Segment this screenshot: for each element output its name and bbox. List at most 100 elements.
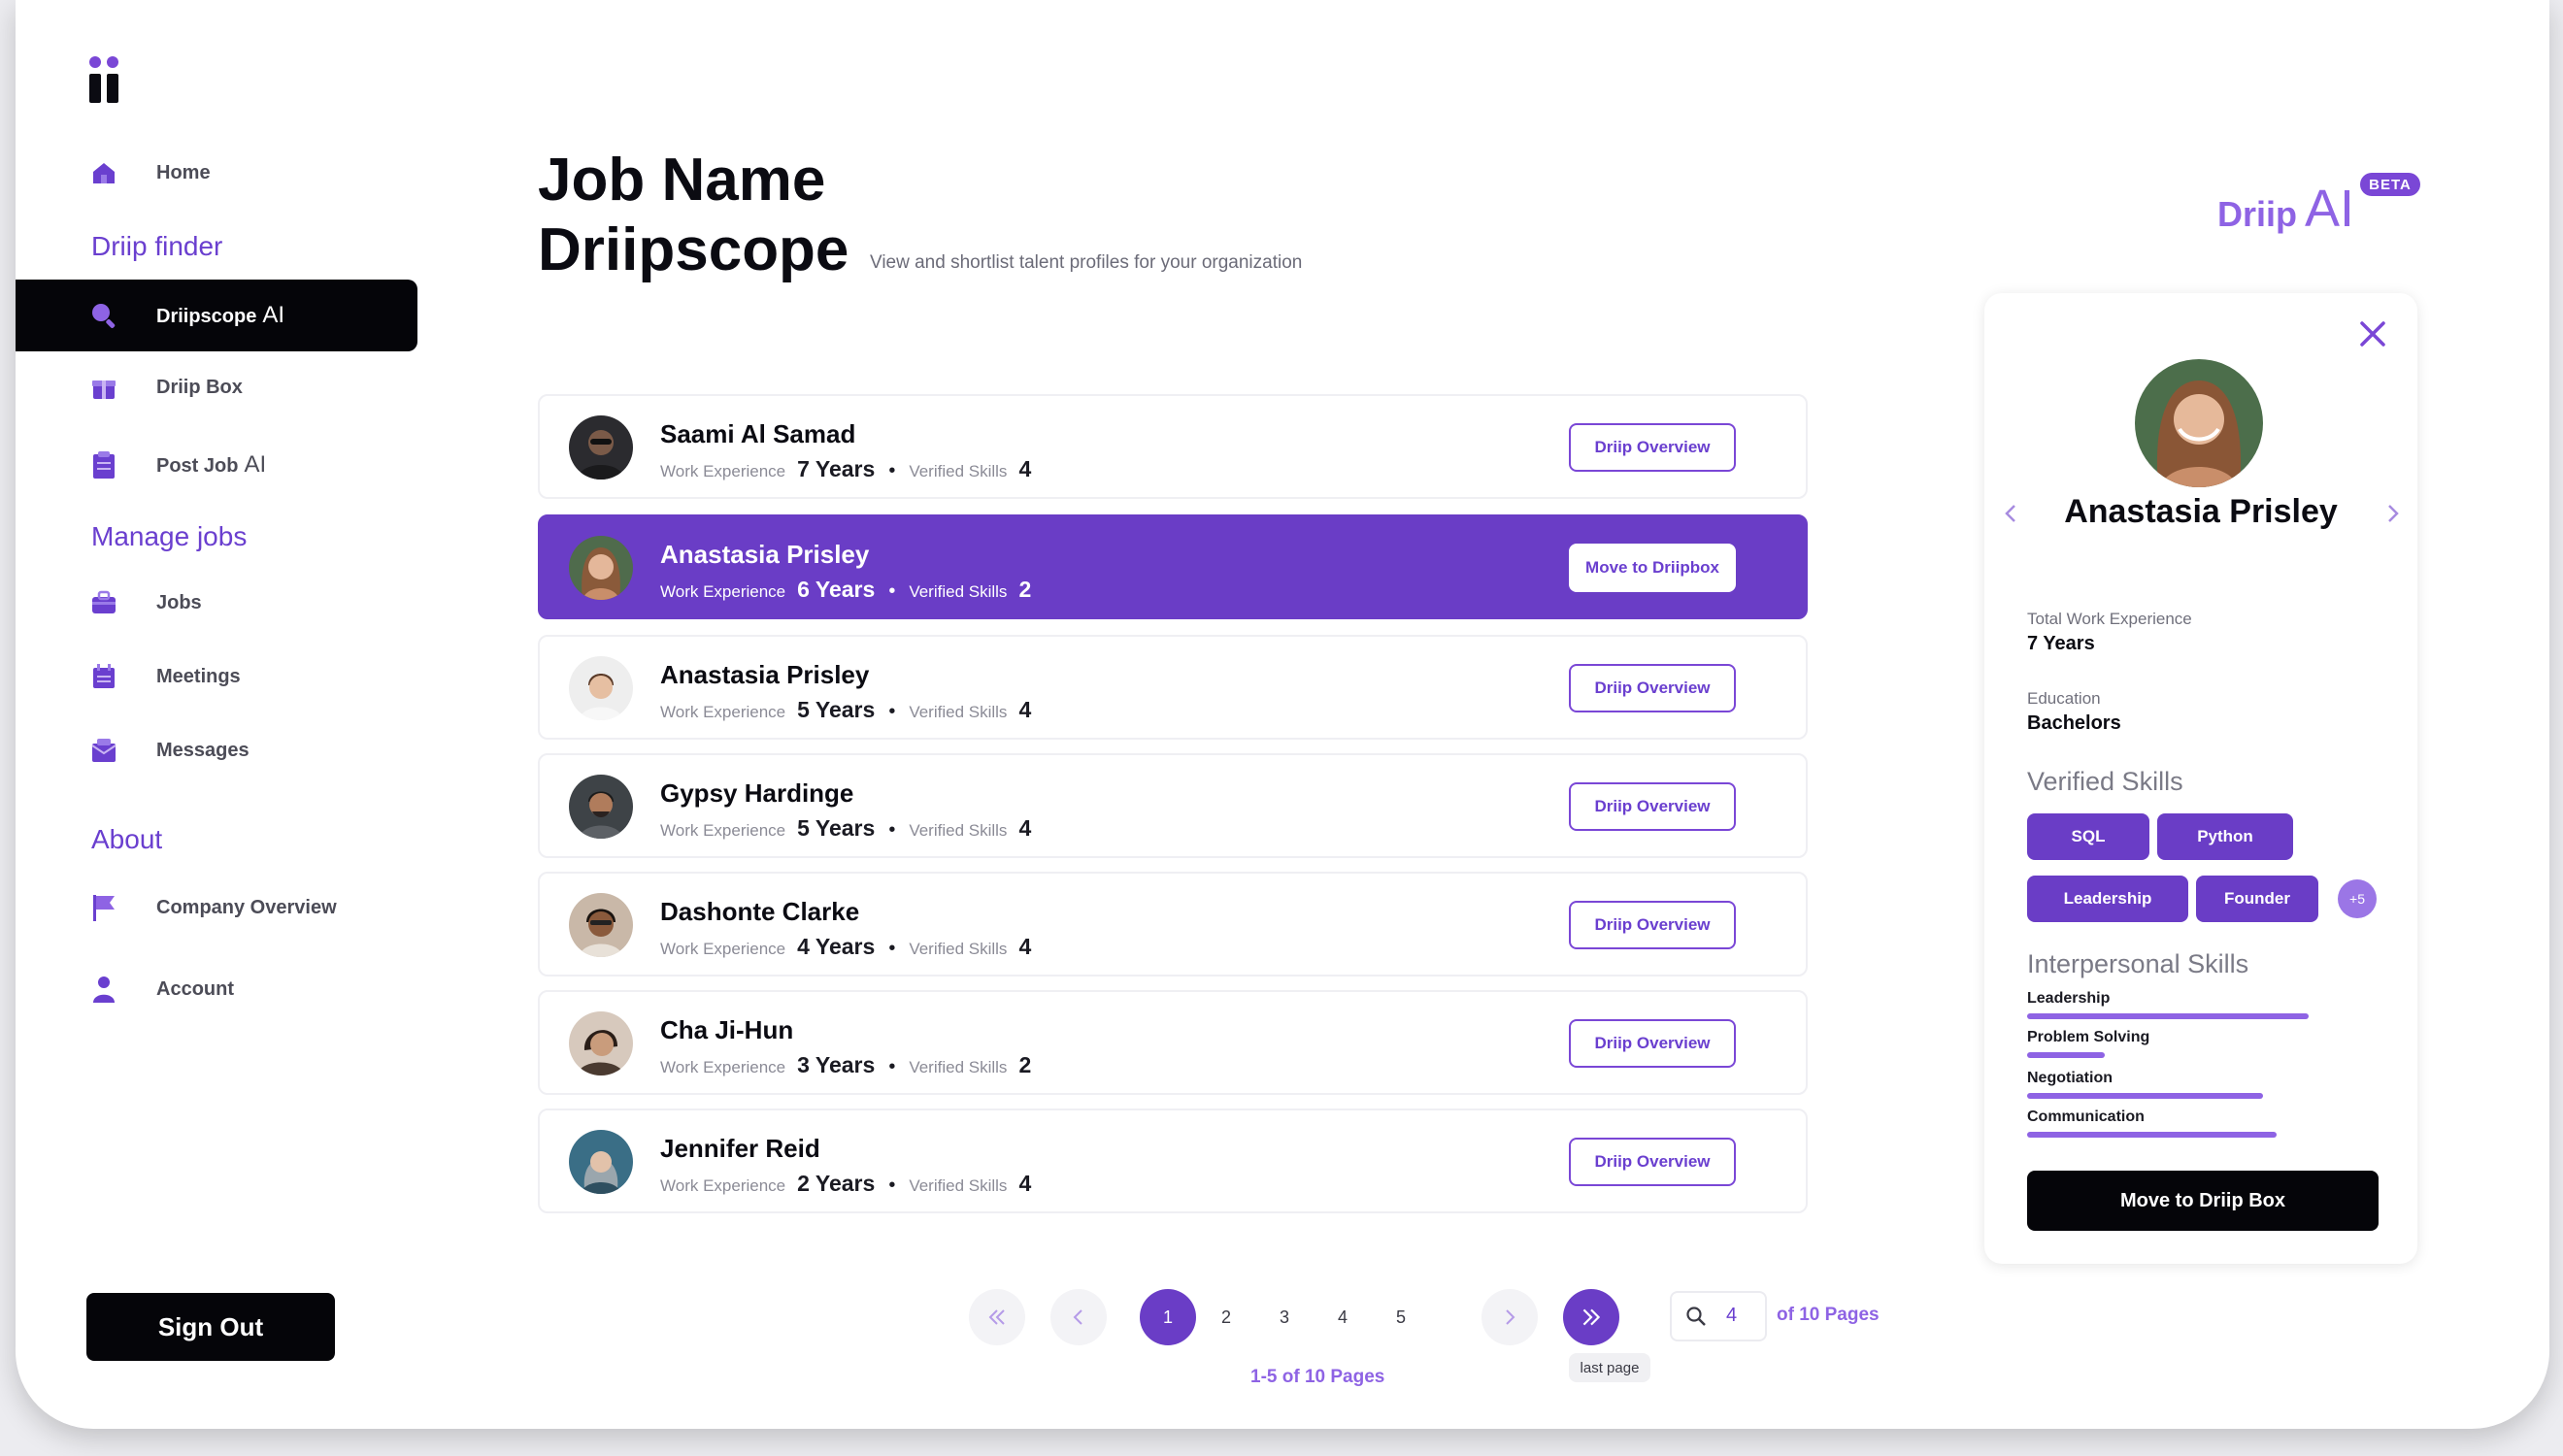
candidate-name: Gypsy Hardinge bbox=[660, 778, 854, 808]
candidate-meta: Work Experience 7 Years • Verified Skills 4 bbox=[660, 456, 1032, 481]
app-window: Home Driip finder Driipscope AI Driip Box… bbox=[16, 0, 2549, 1429]
app-logo[interactable] bbox=[89, 56, 118, 103]
candidate-detail-panel: Anastasia Prisley Total Work Experience … bbox=[1984, 293, 2417, 1264]
education-label: Education bbox=[2027, 689, 2101, 708]
candidate-row[interactable]: Jennifer Reid Work Experience 2 Years • Ver… bbox=[538, 1109, 1808, 1213]
driip-overview-button[interactable]: Driip Overview bbox=[1569, 1019, 1736, 1068]
driip-overview-button[interactable]: Driip Overview bbox=[1569, 664, 1736, 712]
sidebar-item-meetings[interactable]: Meetings bbox=[16, 641, 417, 712]
section-manage-jobs: Manage jobs bbox=[91, 521, 248, 551]
interpersonal-skill-label: Problem Solving bbox=[2027, 1029, 2150, 1045]
avatar bbox=[569, 1011, 633, 1075]
sign-out-button[interactable]: Sign Out bbox=[86, 1293, 335, 1361]
avatar bbox=[569, 656, 633, 720]
sidebar-item-account[interactable]: Account bbox=[16, 953, 417, 1025]
interpersonal-skill-bar bbox=[2027, 1052, 2105, 1058]
candidate-meta: Work Experience 3 Years • Verified Skills 2 bbox=[660, 1052, 1032, 1077]
page-1-button[interactable]: 1 bbox=[1140, 1289, 1196, 1345]
last-page-button[interactable] bbox=[1563, 1289, 1619, 1345]
sidebar-item-home[interactable]: Home bbox=[16, 137, 417, 209]
home-icon bbox=[89, 158, 118, 187]
interpersonal-skill-label: Communication bbox=[2027, 1109, 2145, 1125]
next-page-button[interactable] bbox=[1481, 1289, 1538, 1345]
first-page-button[interactable] bbox=[969, 1289, 1025, 1345]
page-5-button[interactable]: 5 bbox=[1373, 1289, 1429, 1345]
page-subtitle: View and shortlist talent profiles for y… bbox=[870, 252, 1303, 273]
candidate-meta: Work Experience 5 Years • Verified Skills 4 bbox=[660, 815, 1032, 841]
avatar bbox=[569, 415, 633, 480]
avatar bbox=[569, 893, 633, 957]
candidate-row[interactable]: Saami Al Samad Work Experience 7 Years • Ve… bbox=[538, 394, 1808, 499]
skill-chip: Python bbox=[2157, 813, 2293, 860]
more-skills-badge[interactable]: +5 bbox=[2338, 879, 2377, 918]
page-jump-input[interactable]: 4 bbox=[1670, 1291, 1767, 1341]
page-range-label: 1-5 of 10 Pages bbox=[1250, 1367, 1385, 1387]
driip-overview-button[interactable]: Driip Overview bbox=[1569, 782, 1736, 831]
driip-overview-button[interactable]: Driip Overview bbox=[1569, 901, 1736, 949]
candidate-row[interactable]: Anastasia Prisley Work Experience 5 Years… bbox=[538, 635, 1808, 740]
sidebar-item-post-job[interactable]: Post Job AI bbox=[16, 429, 417, 501]
sidebar-item-label: Post Job AI bbox=[156, 451, 267, 478]
sidebar-item-label: Home bbox=[156, 161, 211, 183]
avatar bbox=[569, 1130, 633, 1194]
move-to-driip-box-button[interactable]: Move to Driip Box bbox=[2027, 1171, 2379, 1231]
interpersonal-skills-title: Interpersonal Skills bbox=[2027, 949, 2249, 978]
sidebar-item-label: Account bbox=[156, 977, 234, 1000]
sidebar-item-label: Jobs bbox=[156, 591, 202, 613]
interpersonal-skill-bar bbox=[2027, 1132, 2277, 1138]
candidate-row-selected[interactable]: Anastasia Prisley Work Experience 6 Years… bbox=[538, 514, 1808, 619]
driip-overview-button[interactable]: Driip Overview bbox=[1569, 423, 1736, 472]
education-value: Bachelors bbox=[2027, 712, 2121, 734]
page-2-button[interactable]: 2 bbox=[1198, 1289, 1254, 1345]
previous-page-button[interactable] bbox=[1050, 1289, 1107, 1345]
candidate-row[interactable]: Dashonte Clarke Work Experience 4 Years • V… bbox=[538, 872, 1808, 976]
total-experience-value: 7 Years bbox=[2027, 633, 2095, 654]
user-icon bbox=[89, 975, 118, 1004]
candidate-row[interactable]: Gypsy Hardinge Work Experience 5 Years • Ve… bbox=[538, 753, 1808, 858]
page-title-driipscope: Driipscope bbox=[538, 216, 849, 283]
sidebar-item-driipscope[interactable]: Driipscope AI bbox=[16, 280, 417, 351]
last-page-tooltip: last page bbox=[1569, 1353, 1650, 1382]
sidebar-item-company-overview[interactable]: Company Overview bbox=[16, 872, 417, 943]
calendar-icon bbox=[89, 662, 118, 691]
sidebar-item-messages[interactable]: Messages bbox=[16, 714, 417, 786]
interpersonal-skill-bar bbox=[2027, 1013, 2309, 1019]
close-icon[interactable] bbox=[2357, 318, 2388, 349]
page-title-job-name: Job Name bbox=[538, 147, 826, 214]
section-driip-finder: Driip finder bbox=[91, 231, 223, 261]
gift-box-icon bbox=[89, 373, 118, 402]
page-3-button[interactable]: 3 bbox=[1256, 1289, 1313, 1345]
avatar bbox=[569, 536, 633, 600]
total-experience-label: Total Work Experience bbox=[2027, 610, 2192, 628]
sidebar-item-jobs[interactable]: Jobs bbox=[16, 567, 417, 639]
move-to-driipbox-button[interactable]: Move to Driipbox bbox=[1569, 544, 1736, 592]
chevron-right-icon[interactable] bbox=[2382, 501, 2404, 526]
skill-chip: Leadership bbox=[2027, 876, 2188, 922]
skill-chip: Founder bbox=[2196, 876, 2318, 922]
briefcase-icon bbox=[89, 588, 118, 617]
driip-ai-logo: Driip AI bbox=[2217, 180, 2355, 238]
section-about: About bbox=[91, 824, 163, 854]
chevron-right-icon bbox=[1506, 1309, 1515, 1325]
double-chevron-left-icon bbox=[988, 1309, 1005, 1325]
skill-chip: SQL bbox=[2027, 813, 2149, 860]
driip-overview-button[interactable]: Driip Overview bbox=[1569, 1138, 1736, 1186]
message-icon bbox=[89, 736, 118, 765]
clipboard-icon bbox=[89, 450, 118, 480]
avatar bbox=[569, 775, 633, 839]
sidebar-item-label: Company Overview bbox=[156, 896, 337, 918]
sidebar-item-label: Messages bbox=[156, 739, 250, 761]
interpersonal-skill-bar bbox=[2027, 1093, 2263, 1099]
candidate-name: Jennifer Reid bbox=[660, 1134, 820, 1163]
flag-icon bbox=[89, 893, 118, 922]
chevron-left-icon bbox=[1073, 1309, 1082, 1325]
avatar bbox=[2135, 359, 2263, 487]
candidate-name: Anastasia Prisley bbox=[660, 540, 870, 569]
page-4-button[interactable]: 4 bbox=[1315, 1289, 1371, 1345]
candidate-meta: Work Experience 5 Years • Verified Skills 4 bbox=[660, 697, 1032, 722]
sidebar-item-driip-box[interactable]: Driip Box bbox=[16, 351, 417, 423]
candidate-row[interactable]: Cha Ji-Hun Work Experience 3 Years • Verifi… bbox=[538, 990, 1808, 1095]
candidate-meta: Work Experience 4 Years • Verified Skills 4 bbox=[660, 934, 1032, 959]
verified-skills-title: Verified Skills bbox=[2027, 767, 2183, 796]
double-chevron-right-icon bbox=[1582, 1308, 1601, 1326]
